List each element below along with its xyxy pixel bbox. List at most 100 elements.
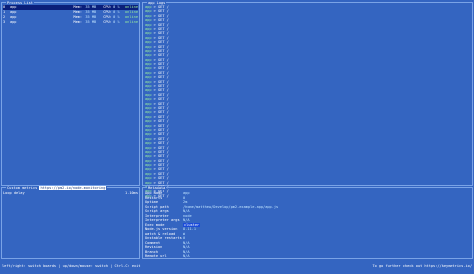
log-app-name: app bbox=[145, 13, 152, 18]
log-text: > GET / bbox=[153, 13, 169, 18]
log-text: > GET / bbox=[153, 171, 169, 176]
log-app-name: app bbox=[145, 5, 152, 9]
process-name: app bbox=[9, 20, 17, 24]
log-text: > GET / bbox=[153, 62, 169, 67]
log-text: > GET / bbox=[153, 53, 169, 58]
metadata-value: /home/matthew/Develop/pm2-example-app/ap… bbox=[183, 204, 279, 209]
footer-hint: To go further check out https://keymetri… bbox=[372, 264, 472, 268]
custom-metrics-pane: Custom metrics https://pm2.io/node-monit… bbox=[1, 186, 140, 259]
log-text: > GET / bbox=[153, 84, 169, 89]
log-text: > GET / bbox=[153, 127, 169, 132]
metric-label: Loop delay bbox=[3, 191, 25, 195]
log-app-name: app bbox=[145, 167, 152, 172]
log-app-name: app bbox=[145, 149, 152, 154]
log-text: > GET / bbox=[153, 57, 169, 62]
log-text: > GET / bbox=[153, 44, 169, 49]
log-app-name: app bbox=[145, 22, 152, 27]
log-app-name: app bbox=[145, 123, 152, 128]
log-app-name: app bbox=[145, 171, 152, 176]
log-app-name: app bbox=[145, 57, 152, 62]
process-list: 0 app Mem: 35 MB CPU: 0 % online 1 app Mem: 35 MB C… bbox=[3, 5, 138, 25]
log-app-name: app bbox=[145, 31, 152, 36]
log-app-name: app bbox=[145, 84, 152, 89]
process-id: 3 bbox=[3, 20, 6, 24]
log-text: > GET / bbox=[153, 35, 169, 40]
log-app-name: app bbox=[145, 132, 152, 137]
log-app-name: app bbox=[145, 119, 152, 124]
mem-value: 35 MB bbox=[85, 20, 97, 24]
footer-bar: left/right: switch boards | up/down/mous… bbox=[0, 262, 474, 270]
log-app-name: app bbox=[145, 62, 152, 67]
cpu-label: CPU: bbox=[103, 20, 112, 24]
log-app-name: app bbox=[145, 9, 152, 14]
log-app-name: app bbox=[145, 176, 152, 181]
log-app-name: app bbox=[145, 141, 152, 146]
log-app-name: app bbox=[145, 180, 152, 185]
log-app-name: app bbox=[145, 18, 152, 23]
log-text: > GET / bbox=[153, 132, 169, 137]
log-app-name: app bbox=[145, 136, 152, 141]
log-app-name: app bbox=[145, 92, 152, 97]
log-text: > GET / bbox=[153, 149, 169, 154]
log-text: > GET / bbox=[153, 40, 169, 45]
log-app-name: app bbox=[145, 97, 152, 102]
log-app-name: app bbox=[145, 110, 152, 115]
footer-keys: left/right: switch boards | up/down/mous… bbox=[2, 264, 141, 268]
metadata-title: Metadata bbox=[147, 186, 167, 190]
log-text: > GET / bbox=[153, 141, 169, 146]
metadata-row: Remote url N/A bbox=[145, 254, 471, 259]
log-text: > GET / bbox=[153, 101, 169, 106]
log-text: > GET / bbox=[153, 70, 169, 75]
log-app-name: app bbox=[145, 66, 152, 71]
log-app-name: app bbox=[145, 114, 152, 119]
custom-metrics-label: Custom metrics bbox=[7, 186, 38, 190]
log-text: > GET / bbox=[153, 26, 169, 31]
log-app-name: app bbox=[145, 88, 152, 93]
log-text: > GET / bbox=[153, 123, 169, 128]
log-text: > GET / bbox=[153, 48, 169, 53]
metadata-list: App Name app Restarts 0 Uptime 2m Script path /… bbox=[145, 191, 471, 259]
log-text: > GET / bbox=[153, 75, 169, 80]
log-app-name: app bbox=[145, 26, 152, 31]
metadata-key: Remote url bbox=[145, 254, 167, 258]
log-text: > GET / bbox=[153, 180, 169, 185]
log-app-name: app bbox=[145, 35, 152, 40]
log-app-name: app bbox=[145, 75, 152, 80]
metadata-pane: Metadata App Name app Restarts 0 Uptime 2m Scr… bbox=[142, 186, 473, 259]
log-text: > GET / bbox=[153, 110, 169, 115]
mem-label: Mem: bbox=[73, 20, 83, 24]
log-text: > GET / bbox=[153, 119, 169, 124]
log-text: > GET / bbox=[153, 79, 169, 84]
log-app-name: app bbox=[145, 127, 152, 132]
metric-row: Loop delay 1.10ms bbox=[3, 191, 138, 195]
log-app-name: app bbox=[145, 105, 152, 110]
process-list-pane: Process List 0 app Mem: 35 MB CPU: 0 % online 1… bbox=[1, 1, 140, 186]
log-app-name: app bbox=[145, 145, 152, 150]
log-list: app > GET / app > GET / app > GET / app > G… bbox=[145, 5, 471, 198]
log-app-name: app bbox=[145, 101, 152, 106]
log-app-name: app bbox=[145, 40, 152, 45]
log-app-name: app bbox=[145, 154, 152, 159]
status-value: online bbox=[125, 20, 138, 24]
log-text: > GET / bbox=[153, 154, 169, 159]
log-text: > GET / bbox=[153, 114, 169, 119]
log-text: > GET / bbox=[153, 22, 169, 27]
logs-pane[interactable]: app Logs app > GET / app > GET / app > GET… bbox=[142, 1, 473, 198]
metric-value: 1.10ms bbox=[125, 191, 138, 195]
log-text: > GET / bbox=[153, 9, 169, 14]
metrics-url[interactable]: https://pm2.io/node-monitoring bbox=[39, 186, 107, 190]
metadata-value: N/A bbox=[183, 254, 190, 258]
log-app-name: app bbox=[145, 53, 152, 58]
log-text: > GET / bbox=[153, 163, 169, 168]
log-app-name: app bbox=[145, 44, 152, 49]
log-text: > GET / bbox=[153, 136, 169, 141]
log-app-name: app bbox=[145, 70, 152, 75]
log-text: > GET / bbox=[153, 158, 169, 163]
log-text: > GET / bbox=[153, 167, 169, 172]
log-app-name: app bbox=[145, 79, 152, 84]
log-text: > GET / bbox=[153, 66, 169, 71]
log-app-name: app bbox=[145, 48, 152, 53]
process-row[interactable]: 3 app Mem: 35 MB CPU: 0 % online bbox=[3, 20, 138, 25]
log-text: > GET / bbox=[153, 88, 169, 93]
log-app-name: app bbox=[145, 158, 152, 163]
